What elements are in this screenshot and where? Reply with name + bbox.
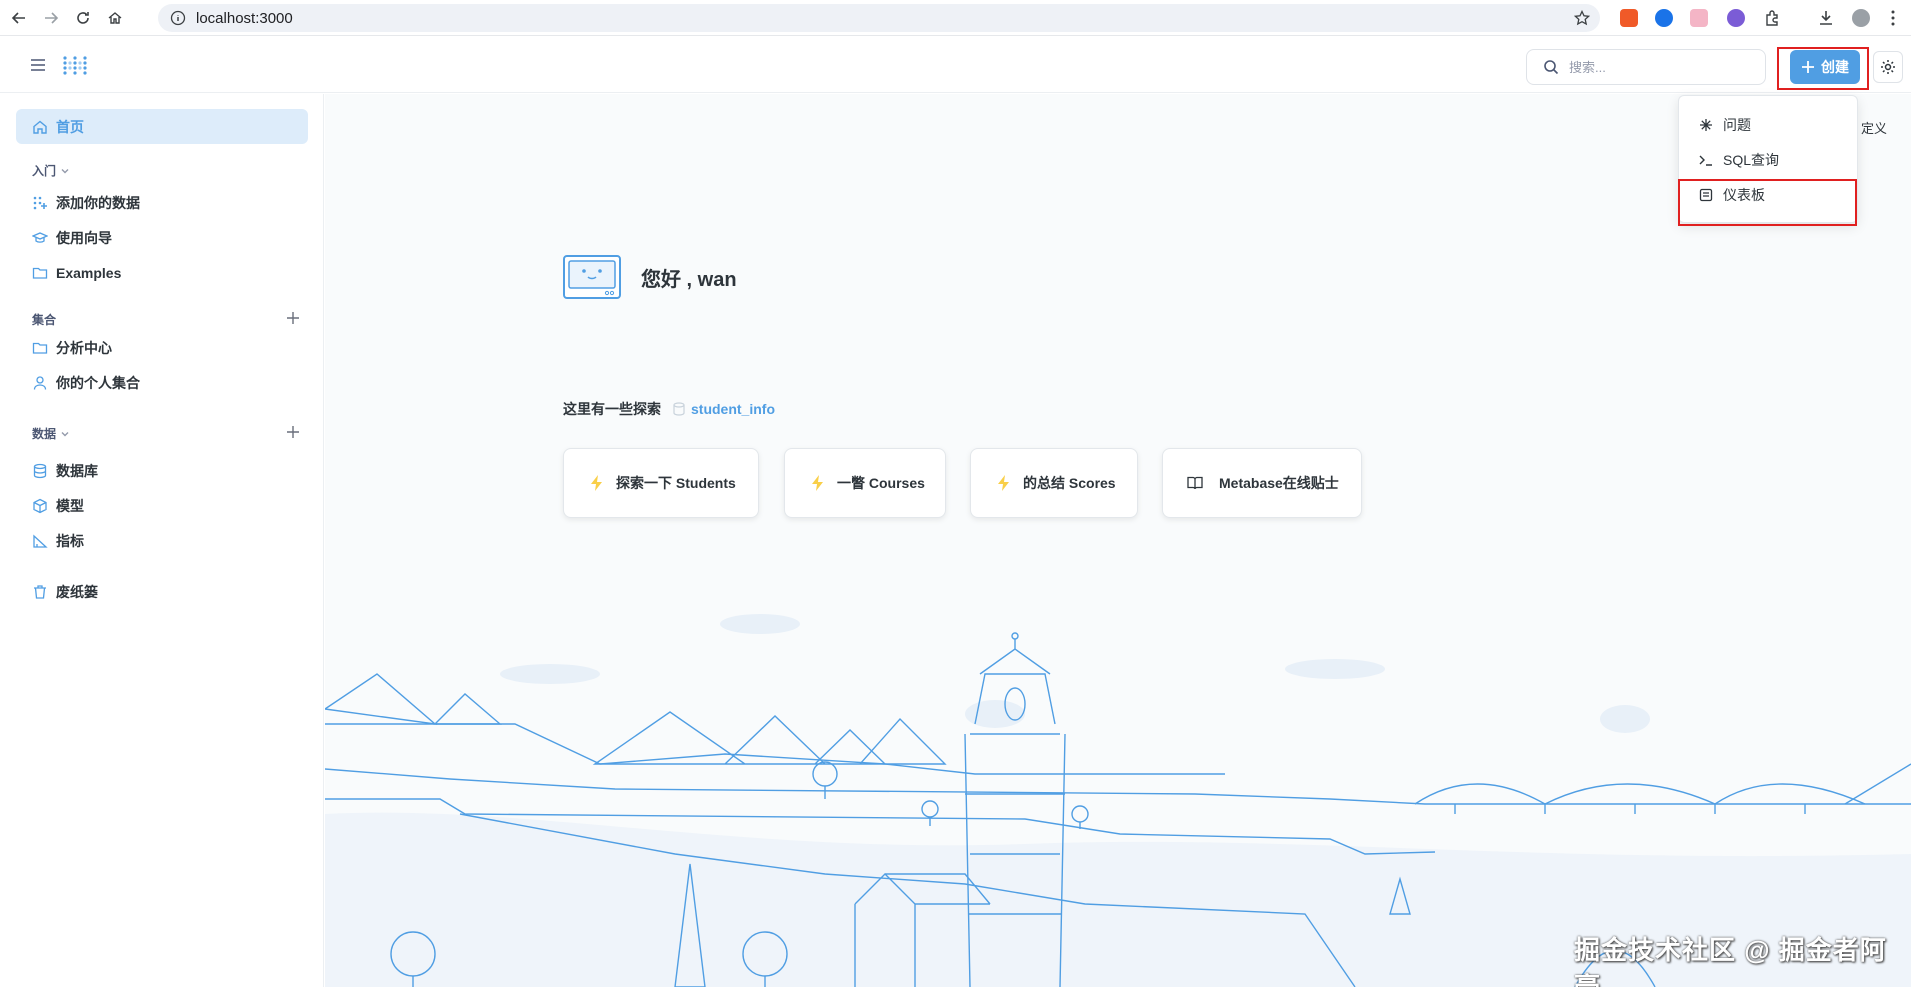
gear-icon bbox=[1881, 60, 1895, 74]
sidebar-item-metrics[interactable]: 指标 bbox=[16, 523, 308, 558]
database-icon bbox=[33, 463, 47, 478]
create-button-highlight bbox=[1777, 47, 1869, 90]
sidebar-item-guide[interactable]: 使用向导 bbox=[16, 220, 308, 255]
create-menu-question[interactable]: 问题 bbox=[1679, 110, 1859, 140]
extensions-puzzle-icon[interactable] bbox=[1764, 9, 1782, 27]
forward-icon[interactable] bbox=[38, 5, 64, 31]
add-data-plus-icon[interactable] bbox=[286, 425, 300, 439]
sidebar-item-label: 模型 bbox=[56, 497, 84, 514]
profile-avatar[interactable] bbox=[1852, 9, 1870, 27]
menu-item-label: 问题 bbox=[1723, 117, 1751, 133]
sidebar-item-label: Examples bbox=[56, 264, 122, 281]
sidebar-item-label: 使用向导 bbox=[56, 229, 112, 246]
chevron-down-icon bbox=[61, 431, 69, 436]
customize-link[interactable]: 定义 bbox=[1861, 118, 1887, 137]
search-box[interactable] bbox=[1526, 49, 1766, 85]
bookmark-star-icon[interactable] bbox=[1574, 10, 1590, 26]
card-label: 的总结 Scores bbox=[1023, 475, 1116, 491]
sidebar: 首页 入门 添加你的数据 使用向导 Examples 集合 分析中心 你的个人集… bbox=[0, 94, 324, 987]
sidebar-item-label: 指标 bbox=[56, 532, 84, 549]
sidebar-item-home[interactable]: 首页 bbox=[16, 109, 308, 144]
cube-icon bbox=[33, 498, 47, 513]
dashboard-item-highlight bbox=[1678, 179, 1857, 226]
extension-icon-4[interactable] bbox=[1727, 9, 1745, 27]
url-text[interactable]: localhost:3000 bbox=[196, 10, 293, 27]
extension-icon-1[interactable] bbox=[1620, 9, 1638, 27]
sidebar-item-models[interactable]: 模型 bbox=[16, 488, 308, 523]
sidebar-item-label: 废纸篓 bbox=[56, 583, 98, 600]
metabot-icon bbox=[563, 255, 621, 299]
database-icon bbox=[673, 402, 685, 416]
section-getting-started[interactable]: 入门 bbox=[32, 162, 70, 179]
home-icon[interactable] bbox=[102, 5, 128, 31]
sidebar-item-label: 数据库 bbox=[56, 462, 98, 479]
sidebar-item-label: 分析中心 bbox=[56, 339, 112, 356]
question-sparkle-icon bbox=[1700, 119, 1712, 131]
explore-db-link[interactable]: student_info bbox=[691, 401, 775, 417]
book-icon bbox=[1187, 476, 1203, 490]
metabase-logo[interactable] bbox=[62, 55, 88, 77]
lightning-icon bbox=[998, 475, 1009, 491]
lightning-icon bbox=[812, 475, 823, 491]
explore-card-students[interactable]: 探索一下 Students bbox=[563, 448, 759, 518]
graduation-cap-icon bbox=[32, 231, 48, 243]
trash-icon bbox=[34, 584, 46, 599]
greeting: 您好 , wan bbox=[563, 255, 737, 299]
settings-button[interactable] bbox=[1873, 51, 1903, 83]
sidebar-item-label: 添加你的数据 bbox=[56, 194, 140, 211]
hamburger-menu-icon[interactable] bbox=[30, 58, 46, 72]
watermark: 掘金技术社区 @ 掘金者阿豪 bbox=[1574, 935, 1887, 987]
extension-icon-3[interactable] bbox=[1690, 9, 1708, 27]
browser-toolbar: localhost:3000 bbox=[0, 0, 1911, 36]
sidebar-item-analytics[interactable]: 分析中心 bbox=[16, 330, 308, 365]
sidebar-item-label: 你的个人集合 bbox=[56, 374, 140, 391]
download-icon[interactable] bbox=[1817, 9, 1835, 27]
explore-heading: 这里有一些探索 student_info bbox=[563, 399, 775, 419]
sidebar-item-personal-collection[interactable]: 你的个人集合 bbox=[16, 365, 308, 400]
address-bar[interactable]: localhost:3000 bbox=[158, 4, 1600, 32]
search-input[interactable] bbox=[1569, 59, 1749, 75]
sidebar-item-label: 首页 bbox=[56, 118, 84, 135]
site-info-icon[interactable] bbox=[170, 10, 186, 26]
home-icon bbox=[33, 120, 47, 134]
section-collections: 集合 bbox=[32, 311, 56, 328]
card-label: 探索一下 Students bbox=[616, 475, 736, 491]
reload-icon[interactable] bbox=[70, 5, 96, 31]
section-title: 入门 bbox=[32, 164, 57, 178]
main-content: 定义 您好 , wan 这里有一些探索 student_info 探索一下 St… bbox=[325, 94, 1911, 987]
folder-icon bbox=[32, 267, 48, 279]
metric-icon bbox=[33, 534, 48, 548]
person-icon bbox=[33, 375, 47, 390]
add-data-icon bbox=[33, 196, 47, 209]
section-title: 数据 bbox=[32, 427, 57, 441]
folder-icon bbox=[32, 342, 48, 354]
create-menu-sql[interactable]: SQL查询 bbox=[1679, 145, 1859, 175]
card-label: Metabase在线贴士 bbox=[1219, 475, 1339, 491]
explore-label: 这里有一些探索 bbox=[563, 401, 661, 417]
sidebar-item-trash[interactable]: 废纸篓 bbox=[16, 574, 308, 609]
terminal-icon bbox=[1699, 155, 1712, 166]
sidebar-item-databases[interactable]: 数据库 bbox=[16, 453, 308, 488]
section-title: 集合 bbox=[32, 313, 57, 327]
menu-item-label: SQL查询 bbox=[1723, 152, 1780, 168]
lightning-icon bbox=[591, 475, 602, 491]
app-header: 创建 bbox=[0, 37, 1911, 93]
card-label: 一瞥 Courses bbox=[837, 475, 925, 491]
explore-card-tips[interactable]: Metabase在线贴士 bbox=[1162, 448, 1362, 518]
explore-card-courses[interactable]: 一瞥 Courses bbox=[784, 448, 946, 518]
sidebar-item-add-data[interactable]: 添加你的数据 bbox=[16, 185, 308, 220]
greeting-text: 您好 , wan bbox=[641, 268, 737, 291]
chevron-down-icon bbox=[61, 168, 69, 173]
sidebar-item-examples[interactable]: Examples bbox=[16, 255, 308, 290]
section-data[interactable]: 数据 bbox=[32, 425, 70, 442]
back-icon[interactable] bbox=[6, 5, 32, 31]
search-icon bbox=[1544, 60, 1559, 75]
add-collection-plus-icon[interactable] bbox=[286, 311, 300, 325]
explore-card-scores[interactable]: 的总结 Scores bbox=[970, 448, 1138, 518]
extension-icon-2[interactable] bbox=[1655, 9, 1673, 27]
browser-menu-icon[interactable] bbox=[1890, 9, 1896, 27]
